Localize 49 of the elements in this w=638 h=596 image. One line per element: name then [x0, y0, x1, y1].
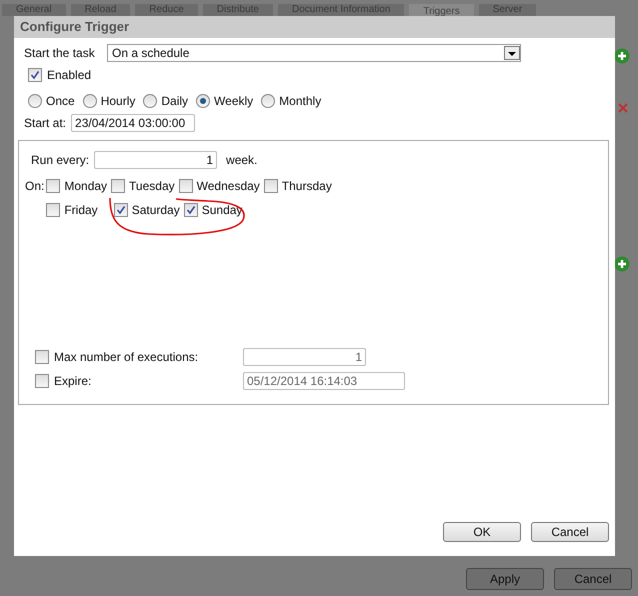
dialog-title: Configure Trigger: [14, 16, 615, 38]
caret-icon[interactable]: [504, 46, 520, 60]
date-field[interactable]: 05/12/2014 16:14:03: [243, 372, 405, 390]
radio-label: Weekly: [214, 94, 254, 108]
checkbox[interactable]: [46, 179, 60, 193]
checkbox-label: Enabled: [47, 68, 92, 82]
checkbox[interactable]: [178, 179, 193, 193]
checkbox-label: Sunday: [202, 203, 242, 217]
date-field[interactable]: 23/04/2014 03:00:00: [71, 114, 196, 132]
checkbox-label: Thursday: [282, 179, 332, 193]
radio-button[interactable]: [143, 94, 158, 108]
checkbox[interactable]: [35, 350, 49, 364]
field-label: Start the task: [23, 46, 96, 60]
checkbox-label: Saturday: [132, 203, 180, 217]
field-label: Start at:: [23, 116, 66, 130]
radio-label: Daily: [161, 94, 188, 108]
radio-button[interactable]: [261, 94, 276, 108]
radio-button[interactable]: [82, 94, 97, 108]
dialog-button[interactable]: Apply: [466, 568, 544, 590]
field-label: On:: [25, 179, 44, 194]
radio-label: Hourly: [100, 94, 136, 108]
checkbox-label: Monday: [64, 179, 108, 193]
checkbox-label: Tuesday: [129, 179, 175, 193]
tab[interactable]: Triggers: [409, 4, 474, 16]
add-icon[interactable]: [614, 256, 630, 272]
checkbox[interactable]: [35, 374, 49, 388]
checkbox-label: Friday: [64, 203, 98, 217]
checkbox[interactable]: [28, 68, 42, 82]
radio-label: Once: [46, 94, 75, 108]
checkbox-label: Max number of executions:: [54, 350, 200, 364]
checkbox[interactable]: [114, 203, 128, 217]
dialog-button[interactable]: OK: [443, 522, 521, 542]
dialog-button[interactable]: Cancel: [554, 568, 632, 590]
dialog-button[interactable]: Cancel: [531, 522, 609, 542]
radio-button[interactable]: [196, 94, 210, 108]
number-field[interactable]: 1: [243, 348, 366, 366]
checkbox-label: Expire:: [54, 374, 92, 388]
radio-label: Monthly: [279, 94, 322, 108]
checkbox-label: Wednesday: [196, 179, 260, 193]
radio-button[interactable]: [28, 94, 42, 108]
unit-label: week.: [226, 153, 258, 167]
number-field[interactable]: 1: [94, 151, 218, 169]
checkbox[interactable]: [184, 203, 198, 217]
add-icon[interactable]: [614, 48, 630, 64]
checkbox[interactable]: [46, 203, 60, 217]
checkbox[interactable]: [111, 179, 126, 193]
checkbox[interactable]: [264, 179, 278, 193]
dropdown[interactable]: On a schedule: [107, 44, 521, 62]
field-label: Run every:: [30, 153, 90, 167]
